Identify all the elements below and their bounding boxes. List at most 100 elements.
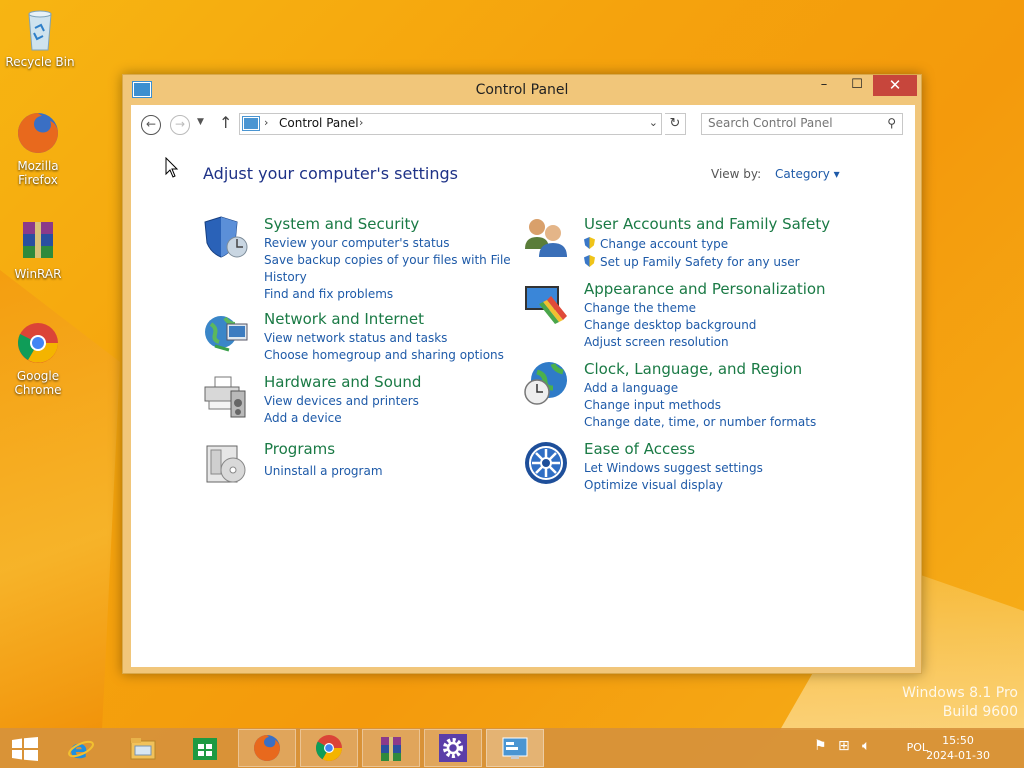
taskbar-internet-explorer[interactable]: e [52,729,110,767]
view-by-dropdown[interactable]: Category ▾ [775,167,840,181]
gear-icon [439,734,467,762]
programs-icon[interactable] [203,440,249,486]
uac-shield-icon [584,255,595,267]
users-icon[interactable] [523,215,569,261]
printer-icon[interactable] [203,373,249,419]
uac-shield-icon [584,237,595,249]
link-fix-problems[interactable]: Find and fix problems [264,286,511,303]
link-input-methods[interactable]: Change input methods [584,397,816,414]
category-title[interactable]: Network and Internet [264,310,424,328]
taskbar-settings[interactable] [424,729,482,767]
system-tray: ⚑ ⊞ 🔈︎ POL 15:50 2024-01-30 [804,728,1024,768]
breadcrumb-chevron-icon[interactable]: › [359,116,363,129]
category-title[interactable]: Programs [264,440,335,458]
firefox-icon [253,734,281,762]
view-by: View by: Category ▾ [711,167,840,181]
control-panel-icon [243,117,259,130]
minimize-button[interactable]: – [807,75,841,96]
up-arrow-icon[interactable]: ↑ [219,113,232,132]
network-icon[interactable]: ⊞ [838,738,850,754]
clock[interactable]: 15:50 2024-01-30 [926,733,990,763]
desktop-icon-firefox[interactable]: Mozilla Firefox [0,110,76,187]
desktop-icon-winrar[interactable]: WinRAR [0,218,76,281]
recent-locations-icon[interactable]: ▼ [197,117,204,127]
link-optimize-display[interactable]: Optimize visual display [584,477,763,494]
main-content: Adjust your computer's settings View by:… [131,143,915,667]
start-button[interactable] [0,729,58,767]
clock-date: 2024-01-30 [926,749,990,762]
search-input[interactable] [702,114,878,132]
forward-arrow-icon[interactable]: → [170,115,190,135]
network-globe-icon[interactable] [203,310,249,356]
search-box[interactable]: ⚲ [701,113,903,135]
control-panel-window: Control Panel – ☐ ✕ ← → ▼ ↑ › Control Pa… [122,74,922,674]
winrar-icon [15,218,61,264]
category-title[interactable]: Ease of Access [584,440,695,458]
breadcrumb[interactable]: Control Panel [279,116,359,130]
category-title[interactable]: Clock, Language, and Region [584,360,802,378]
back-arrow-icon[interactable]: ← [141,115,161,135]
category-title[interactable]: Appearance and Personalization [584,280,826,298]
close-button[interactable]: ✕ [873,75,917,96]
taskbar-file-explorer[interactable] [114,729,172,767]
view-by-label: View by: [711,167,762,181]
search-icon[interactable]: ⚲ [887,116,896,130]
breadcrumb-chevron-icon[interactable]: › [264,116,268,129]
link-desktop-background[interactable]: Change desktop background [584,317,756,334]
link-devices-printers[interactable]: View devices and printers [264,393,419,410]
navigation-bar: ← → ▼ ↑ › Control Panel › ⌄ ↻ ⚲ [131,105,915,143]
chrome-icon [315,734,343,762]
windows-watermark: Windows 8.1 Pro Build 9600 [902,684,1018,722]
taskbar-control-panel[interactable] [486,729,544,767]
title-bar[interactable]: Control Panel – ☐ ✕ [123,75,921,105]
windows-logo-icon [12,737,40,765]
flag-icon[interactable]: ⚑ [814,738,827,754]
taskbar-store[interactable] [176,729,234,767]
control-panel-icon [501,734,529,762]
refresh-icon[interactable]: ↻ [665,113,686,135]
shield-icon[interactable] [203,215,249,261]
link-network-status[interactable]: View network status and tasks [264,330,504,347]
link-change-account-type[interactable]: Change account type [600,237,728,251]
link-change-theme[interactable]: Change the theme [584,300,756,317]
category-title[interactable]: User Accounts and Family Safety [584,215,830,233]
window-title: Control Panel [475,82,569,98]
chevron-down-icon[interactable]: ⌄ [649,116,658,129]
link-add-language[interactable]: Add a language [584,380,816,397]
folder-icon [129,734,157,762]
input-language-indicator[interactable]: POL [907,741,928,754]
link-family-safety[interactable]: Set up Family Safety for any user [600,255,800,269]
store-icon [191,734,219,762]
link-add-device[interactable]: Add a device [264,410,419,427]
volume-muted-icon[interactable]: 🔈︎ [862,738,870,754]
link-date-time-formats[interactable]: Change date, time, or number formats [584,414,816,431]
internet-explorer-icon: e [67,734,95,765]
watermark-edition: Windows 8.1 Pro [902,685,1018,701]
link-backup-files-history[interactable]: History [264,269,511,286]
category-title[interactable]: System and Security [264,215,419,233]
link-suggest-settings[interactable]: Let Windows suggest settings [584,460,763,477]
ease-of-access-icon[interactable] [523,440,569,486]
link-homegroup[interactable]: Choose homegroup and sharing options [264,347,504,364]
link-uninstall-program[interactable]: Uninstall a program [264,463,383,480]
taskbar-chrome[interactable] [300,729,358,767]
winrar-icon [377,734,405,762]
page-title: Adjust your computer's settings [203,164,458,183]
address-bar[interactable]: › Control Panel › ⌄ [239,113,662,135]
maximize-button[interactable]: ☐ [840,75,874,96]
desktop-icon-label: Recycle Bin [5,55,75,69]
link-screen-resolution[interactable]: Adjust screen resolution [584,334,756,351]
taskbar-firefox[interactable] [238,729,296,767]
taskbar: e ⚑ ⊞ 🔈︎ POL 15:50 2024-01-30 [0,728,1024,768]
link-backup-files[interactable]: Save backup copies of your files with Fi… [264,252,511,269]
desktop-icon-label: Google Chrome [14,369,62,397]
link-review-status[interactable]: Review your computer's status [264,235,511,252]
firefox-icon [15,110,61,156]
desktop-icon-chrome[interactable]: Google Chrome [0,320,76,397]
desktop-icon-recycle-bin[interactable]: Recycle Bin [2,6,78,69]
appearance-icon[interactable] [523,280,569,326]
mouse-cursor-icon [165,156,179,182]
clock-globe-icon[interactable] [523,360,569,406]
taskbar-winrar[interactable] [362,729,420,767]
category-title[interactable]: Hardware and Sound [264,373,421,391]
